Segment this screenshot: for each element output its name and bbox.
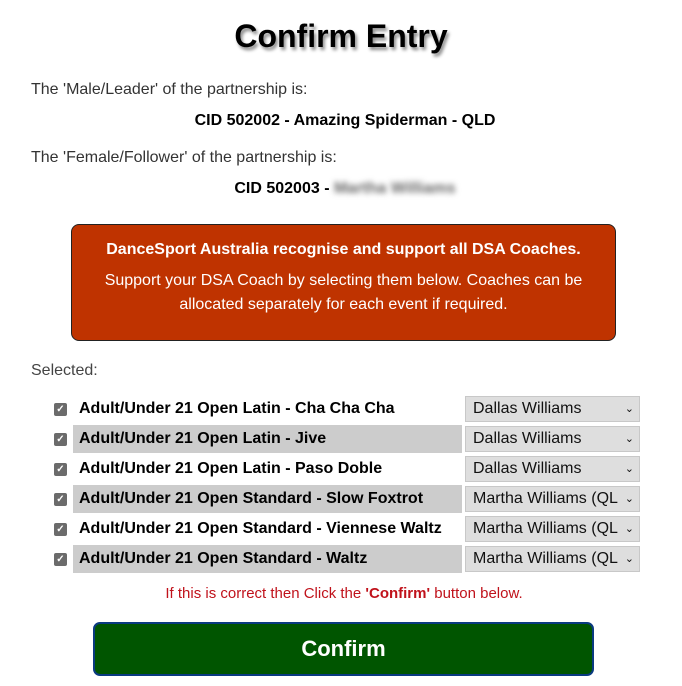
- checkbox-checked-icon[interactable]: ✓: [54, 433, 67, 446]
- chevron-down-icon: ⌄: [621, 427, 634, 451]
- chevron-down-icon: ⌄: [621, 397, 634, 421]
- checkbox-checked-icon[interactable]: ✓: [54, 523, 67, 536]
- chevron-down-icon: ⌄: [621, 517, 634, 541]
- follower-cid: CID 502003 -: [234, 180, 334, 197]
- chevron-down-icon: ⌄: [621, 457, 634, 481]
- coach-select[interactable]: Dallas Williams ⌄: [465, 456, 640, 482]
- instruction-prefix: If this is correct then Click the: [165, 585, 366, 602]
- coach-select-value: Martha Williams (QL: [473, 550, 618, 567]
- confirm-instruction: If this is correct then Click the 'Confi…: [0, 585, 682, 602]
- follower-label: The 'Female/Follower' of the partnership…: [31, 149, 337, 166]
- coach-select-value: Martha Williams (QL: [473, 490, 618, 507]
- leader-value: CID 502002 - Amazing Spiderman - QLD: [194, 112, 496, 129]
- event-name: Adult/Under 21 Open Standard - Waltz: [73, 545, 462, 573]
- chevron-down-icon: ⌄: [621, 487, 634, 511]
- coach-select-value: Dallas Williams: [473, 430, 582, 447]
- event-row: ✓ Adult/Under 21 Open Standard - Viennes…: [52, 515, 642, 545]
- follower-value: CID 502003 - Martha Williams: [0, 180, 682, 198]
- notice-heading: DanceSport Australia recognise and suppo…: [106, 241, 581, 258]
- event-name: Adult/Under 21 Open Standard - Viennese …: [79, 520, 442, 537]
- follower-name-redacted: Martha Williams: [333, 180, 456, 197]
- coach-select[interactable]: Martha Williams (QL ⌄: [465, 516, 640, 542]
- coach-support-notice: DanceSport Australia recognise and suppo…: [71, 224, 616, 341]
- coach-select[interactable]: Dallas Williams ⌄: [465, 396, 640, 422]
- checkbox-checked-icon[interactable]: ✓: [54, 403, 67, 416]
- confirm-button[interactable]: Confirm: [93, 622, 594, 676]
- event-row: ✓ Adult/Under 21 Open Latin - Paso Doble…: [52, 455, 642, 485]
- event-list: ✓ Adult/Under 21 Open Latin - Cha Cha Ch…: [52, 395, 642, 575]
- selected-label: Selected:: [31, 362, 98, 379]
- event-row: ✓ Adult/Under 21 Open Standard - Waltz M…: [52, 545, 642, 575]
- coach-select[interactable]: Martha Williams (QL ⌄: [465, 546, 640, 572]
- coach-select-value: Martha Williams (QL: [473, 520, 618, 537]
- checkbox-checked-icon[interactable]: ✓: [54, 553, 67, 566]
- event-name: Adult/Under 21 Open Latin - Jive: [73, 425, 462, 453]
- coach-select-value: Dallas Williams: [473, 400, 582, 417]
- event-row: ✓ Adult/Under 21 Open Latin - Jive Dalla…: [52, 425, 642, 455]
- checkbox-checked-icon[interactable]: ✓: [54, 493, 67, 506]
- instruction-emphasis: 'Confirm': [365, 585, 431, 602]
- instruction-suffix: button below.: [430, 585, 523, 602]
- coach-select[interactable]: Dallas Williams ⌄: [465, 426, 640, 452]
- notice-body: Support your DSA Coach by selecting them…: [104, 272, 583, 313]
- event-name: Adult/Under 21 Open Latin - Paso Doble: [79, 460, 383, 477]
- event-row: ✓ Adult/Under 21 Open Latin - Cha Cha Ch…: [52, 395, 642, 425]
- page-title: Confirm Entry: [234, 18, 448, 54]
- coach-select[interactable]: Martha Williams (QL ⌄: [465, 486, 640, 512]
- chevron-down-icon: ⌄: [621, 547, 634, 571]
- event-name: Adult/Under 21 Open Standard - Slow Foxt…: [73, 485, 462, 513]
- event-name: Adult/Under 21 Open Latin - Cha Cha Cha: [79, 400, 395, 417]
- leader-label: The 'Male/Leader' of the partnership is:: [31, 81, 308, 98]
- checkbox-checked-icon[interactable]: ✓: [54, 463, 67, 476]
- event-row: ✓ Adult/Under 21 Open Standard - Slow Fo…: [52, 485, 642, 515]
- coach-select-value: Dallas Williams: [473, 460, 582, 477]
